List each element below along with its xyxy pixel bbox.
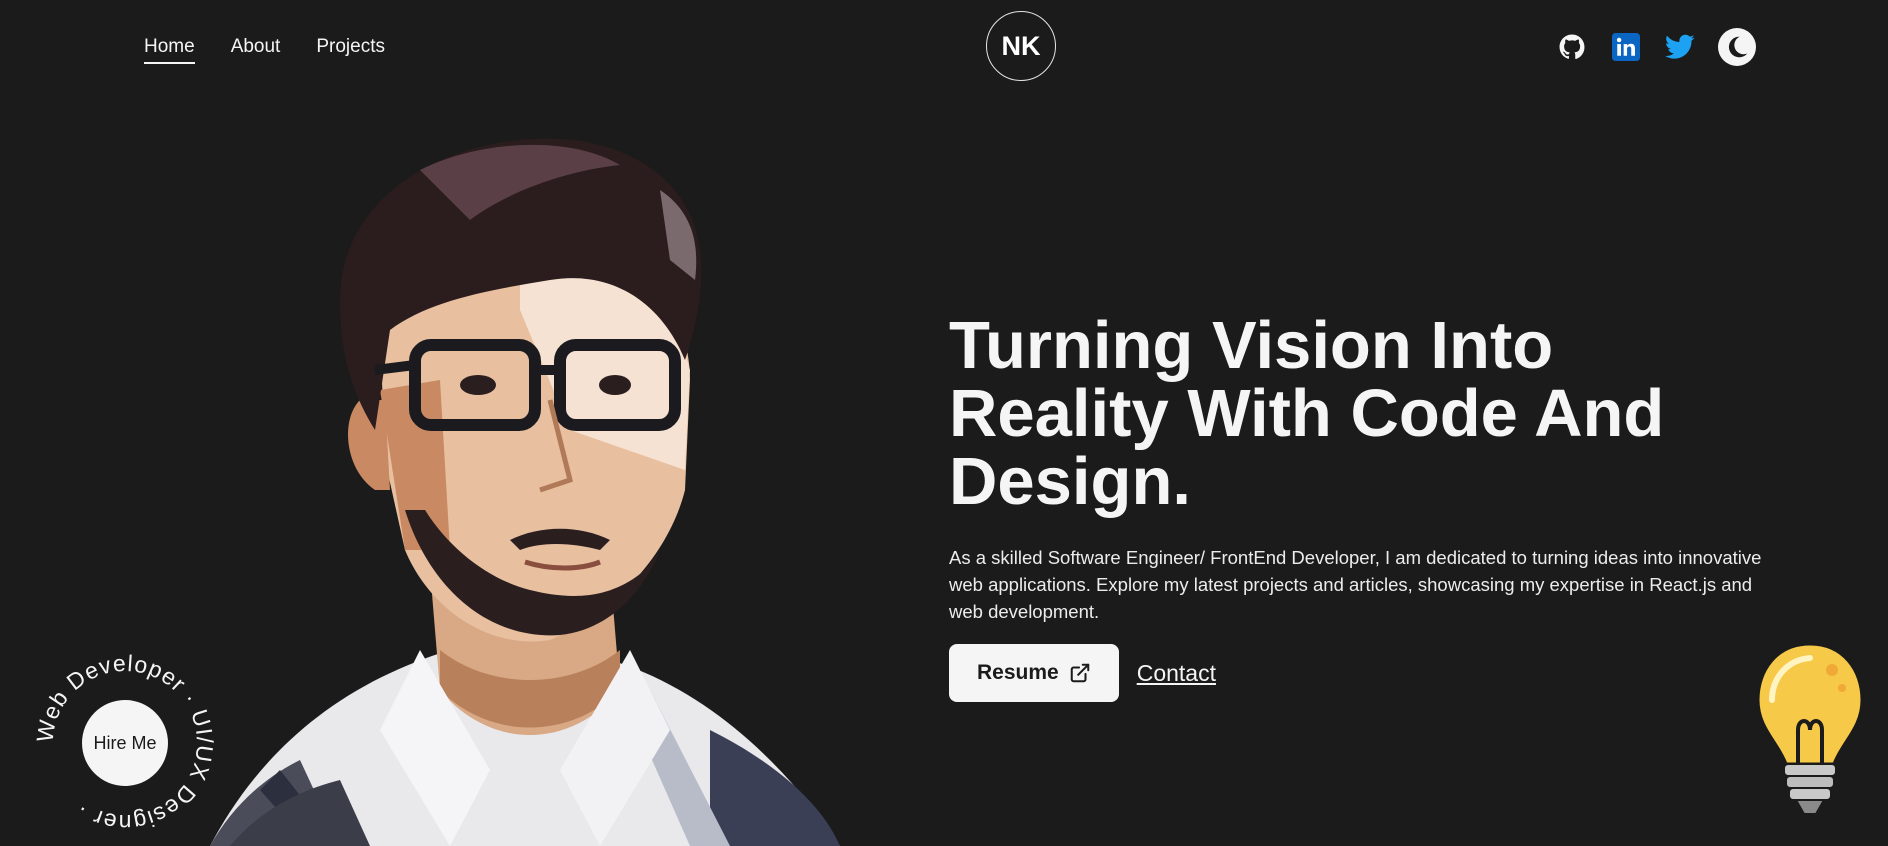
theme-toggle-button[interactable] bbox=[1718, 28, 1756, 66]
linkedin-icon[interactable] bbox=[1610, 31, 1642, 63]
contact-link[interactable]: Contact bbox=[1137, 660, 1216, 687]
twitter-icon[interactable] bbox=[1664, 31, 1696, 63]
hero-title: Turning Vision Into Reality With Code An… bbox=[949, 308, 1665, 519]
github-icon[interactable] bbox=[1556, 31, 1588, 63]
resume-label: Resume bbox=[977, 661, 1059, 684]
hero-description: As a skilled Software Engineer/ FrontEnd… bbox=[949, 547, 1762, 622]
nav-projects-link[interactable]: Projects bbox=[316, 36, 385, 64]
profile-illustration bbox=[210, 138, 840, 846]
resume-button[interactable]: Resume bbox=[949, 644, 1119, 702]
external-link-icon bbox=[1070, 663, 1089, 683]
hero-actions: Resume Contact bbox=[949, 644, 1216, 702]
moon-icon bbox=[1728, 36, 1748, 58]
nav-about-link[interactable]: About bbox=[231, 36, 281, 64]
nav-home-link[interactable]: Home bbox=[144, 36, 195, 64]
logo[interactable]: NK bbox=[986, 11, 1056, 81]
hire-me-badge: Web Developer · UI/UX Designer · Hire Me bbox=[30, 648, 220, 838]
main-nav: Home About Projects bbox=[144, 36, 385, 64]
lightbulb-icon bbox=[1756, 642, 1864, 815]
hire-me-button[interactable]: Hire Me bbox=[82, 700, 168, 786]
social-links bbox=[1556, 28, 1756, 66]
